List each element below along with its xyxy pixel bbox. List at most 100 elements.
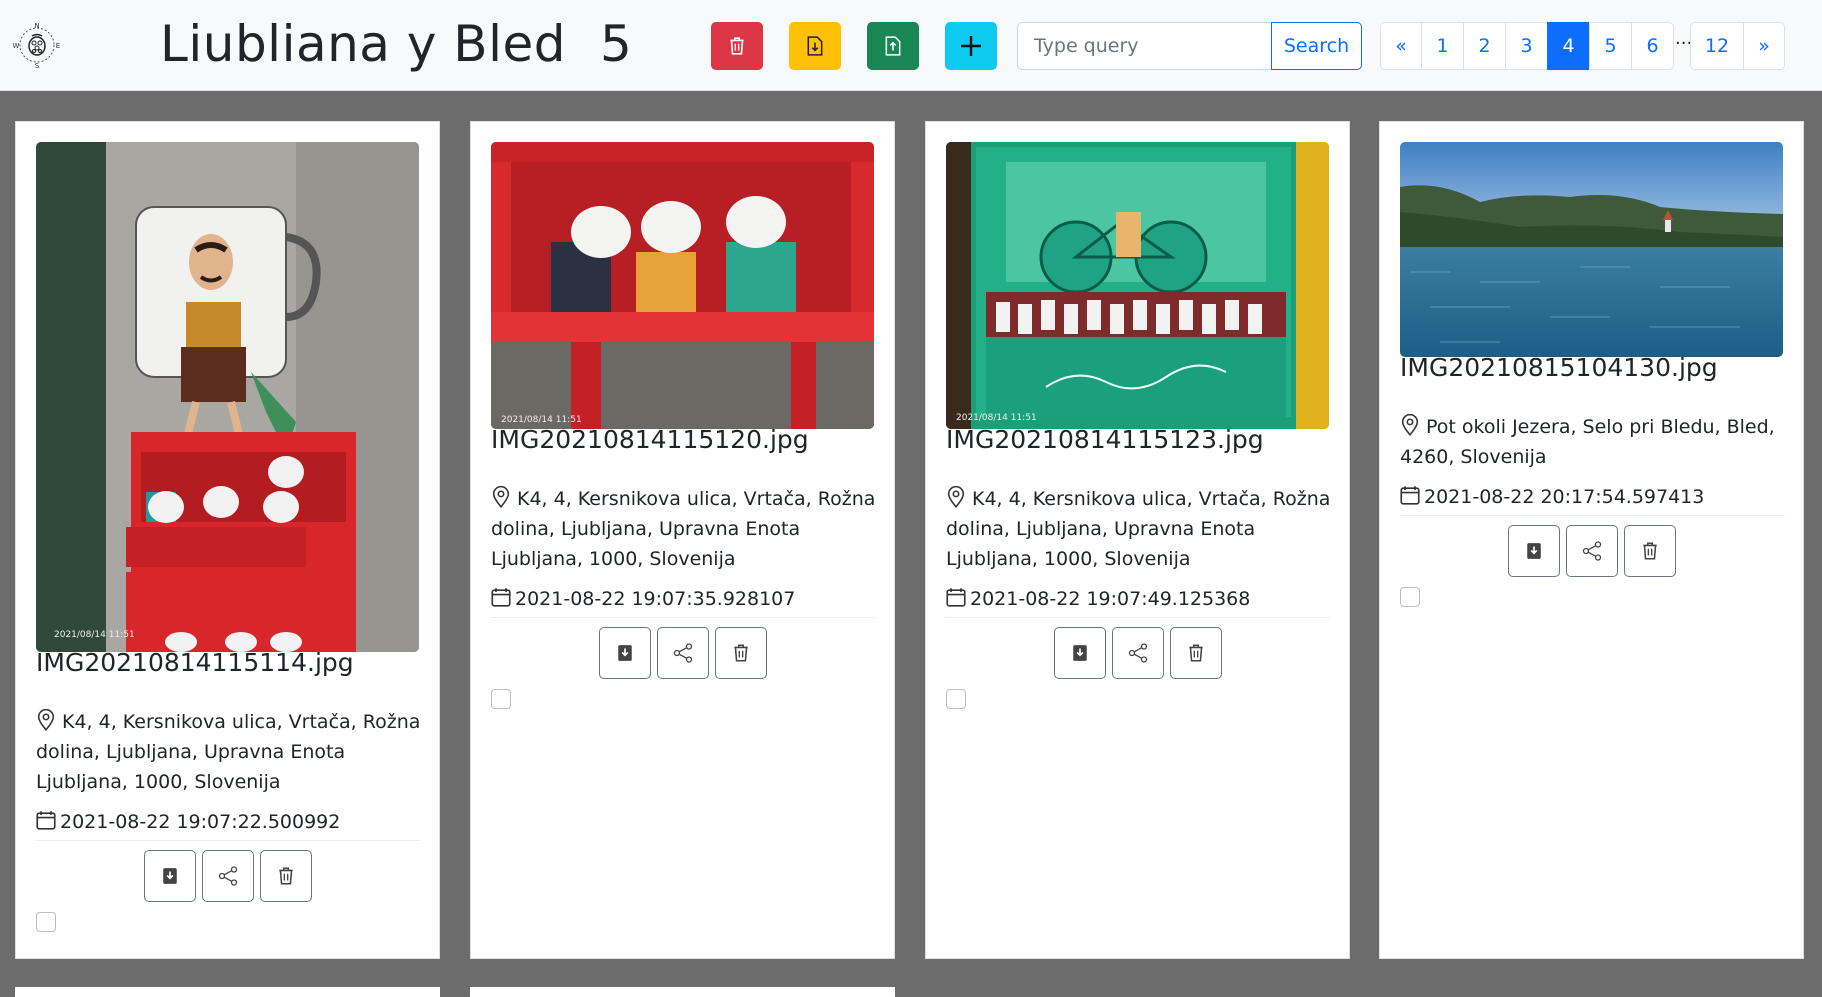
photo-date: 2021-08-22 19:07:49.125368	[946, 585, 1331, 618]
page-4[interactable]: 4	[1547, 22, 1590, 70]
page-next[interactable]: »	[1743, 22, 1785, 70]
location-text: K4, 4, Kersnikova ulica, Vrtača, Rožna d…	[491, 488, 876, 570]
date-text: 2021-08-22 19:07:35.928107	[515, 588, 796, 610]
svg-text:W: W	[13, 42, 20, 50]
select-photo-checkbox[interactable]	[1400, 587, 1420, 607]
file-download-icon	[807, 36, 823, 56]
download-icon	[1073, 645, 1087, 661]
photo-thumbnail[interactable]: 2021/08/14 11:51	[946, 142, 1329, 429]
trash-icon	[1189, 644, 1203, 662]
date-text: 2021-08-22 19:07:49.125368	[970, 588, 1251, 610]
raspberry-compass-logo-icon[interactable]: N S W E	[12, 20, 62, 70]
share-photo-button[interactable]	[657, 627, 709, 679]
geo-pin-icon	[492, 486, 510, 508]
trash-icon	[279, 867, 293, 885]
photo-actions	[16, 850, 441, 902]
download-icon	[1527, 543, 1541, 559]
share-icon	[1582, 541, 1602, 561]
page-last[interactable]: 12	[1690, 22, 1744, 70]
delete-photo-button[interactable]	[260, 850, 312, 902]
download-photo-button[interactable]	[1054, 627, 1106, 679]
photo-filename: IMG20210814115114.jpg	[36, 648, 354, 677]
download-photo-button[interactable]	[1508, 525, 1560, 577]
photo-thumbnail[interactable]: 2021/08/14 11:51	[491, 142, 874, 429]
photo-card-next-row	[15, 987, 440, 997]
date-text: 2021-08-22 20:17:54.597413	[1424, 486, 1705, 508]
share-photo-button[interactable]	[1566, 525, 1618, 577]
geo-pin-icon	[947, 486, 965, 508]
geo-pin-icon	[1401, 414, 1419, 436]
svg-text:S: S	[35, 62, 40, 70]
page-6[interactable]: 6	[1631, 22, 1674, 70]
page-prev[interactable]: «	[1380, 22, 1422, 70]
file-upload-icon	[885, 36, 901, 56]
photo-timestamp: 2021/08/14 11:51	[956, 413, 1037, 423]
search-button[interactable]: Search	[1271, 22, 1362, 70]
search-input[interactable]: Type query	[1017, 22, 1272, 70]
trash-icon	[1643, 542, 1657, 560]
delete-album-button[interactable]	[711, 22, 763, 70]
plus-icon	[961, 36, 981, 56]
photo-actions	[926, 627, 1351, 679]
page-2[interactable]: 2	[1463, 22, 1506, 70]
delete-photo-button[interactable]	[1170, 627, 1222, 679]
svg-text:N: N	[34, 22, 39, 30]
select-photo-checkbox[interactable]	[491, 689, 511, 709]
photo-timestamp: 2021/08/14 11:51	[54, 630, 135, 640]
share-icon	[1128, 643, 1148, 663]
calendar-icon	[1400, 486, 1420, 505]
geo-pin-icon	[37, 709, 55, 731]
delete-photo-button[interactable]	[1624, 525, 1676, 577]
download-icon	[163, 868, 177, 884]
page-3[interactable]: 3	[1505, 22, 1548, 70]
photo-location: K4, 4, Kersnikova ulica, Vrtača, Rožna d…	[36, 707, 421, 797]
select-photo-checkbox[interactable]	[946, 689, 966, 709]
calendar-icon	[491, 588, 511, 607]
share-icon	[673, 643, 693, 663]
photo-location: Pot okoli Jezera, Selo pri Bledu, Bled, …	[1400, 412, 1785, 472]
download-photo-button[interactable]	[144, 850, 196, 902]
photo-card-next-row	[470, 987, 895, 997]
download-photo-button[interactable]	[599, 627, 651, 679]
photo-card: 2021/08/14 11:51 IMG20210814115123.jpg K…	[925, 121, 1350, 959]
page-1[interactable]: 1	[1421, 22, 1464, 70]
svg-text:E: E	[56, 42, 60, 50]
photo-date: 2021-08-22 20:17:54.597413	[1400, 483, 1785, 516]
photo-card: 2021/08/14 11:51 IMG20210814115114.jpg K…	[15, 121, 440, 959]
page-5[interactable]: 5	[1589, 22, 1632, 70]
photo-card: 2021/08/14 11:51 IMG20210814115120.jpg K…	[470, 121, 895, 959]
photo-date: 2021-08-22 19:07:22.500992	[36, 808, 421, 841]
photo-count: 5	[600, 15, 632, 73]
photo-actions	[471, 627, 896, 679]
download-album-button[interactable]	[789, 22, 841, 70]
top-navbar: N S W E Liubliana y Bled 5 Type query Se…	[0, 0, 1822, 91]
date-text: 2021-08-22 19:07:22.500992	[60, 811, 341, 833]
share-photo-button[interactable]	[202, 850, 254, 902]
page-ellipsis: ...	[1675, 28, 1693, 49]
location-text: K4, 4, Kersnikova ulica, Vrtača, Rožna d…	[36, 711, 421, 793]
photo-location: K4, 4, Kersnikova ulica, Vrtača, Rožna d…	[946, 484, 1331, 574]
photo-card: IMG20210815104130.jpg Pot okoli Jezera, …	[1379, 121, 1804, 959]
calendar-icon	[946, 588, 966, 607]
photo-thumbnail[interactable]: 2021/08/14 11:51	[36, 142, 419, 652]
photo-filename: IMG20210815104130.jpg	[1400, 353, 1718, 382]
calendar-icon	[36, 811, 56, 830]
delete-photo-button[interactable]	[715, 627, 767, 679]
location-text: K4, 4, Kersnikova ulica, Vrtača, Rožna d…	[946, 488, 1331, 570]
trash-icon	[730, 37, 744, 55]
album-title: Liubliana y Bled	[160, 15, 566, 73]
share-photo-button[interactable]	[1112, 627, 1164, 679]
photo-date: 2021-08-22 19:07:35.928107	[491, 585, 876, 618]
photo-filename: IMG20210814115120.jpg	[491, 425, 809, 454]
photo-actions	[1380, 525, 1805, 577]
upload-photo-button[interactable]	[867, 22, 919, 70]
trash-icon	[734, 644, 748, 662]
photo-location: K4, 4, Kersnikova ulica, Vrtača, Rožna d…	[491, 484, 876, 574]
location-text: Pot okoli Jezera, Selo pri Bledu, Bled, …	[1400, 416, 1775, 468]
select-photo-checkbox[interactable]	[36, 912, 56, 932]
download-icon	[618, 645, 632, 661]
add-album-button[interactable]	[945, 22, 997, 70]
photo-filename: IMG20210814115123.jpg	[946, 425, 1264, 454]
photo-thumbnail[interactable]	[1400, 142, 1783, 357]
share-icon	[218, 866, 238, 886]
